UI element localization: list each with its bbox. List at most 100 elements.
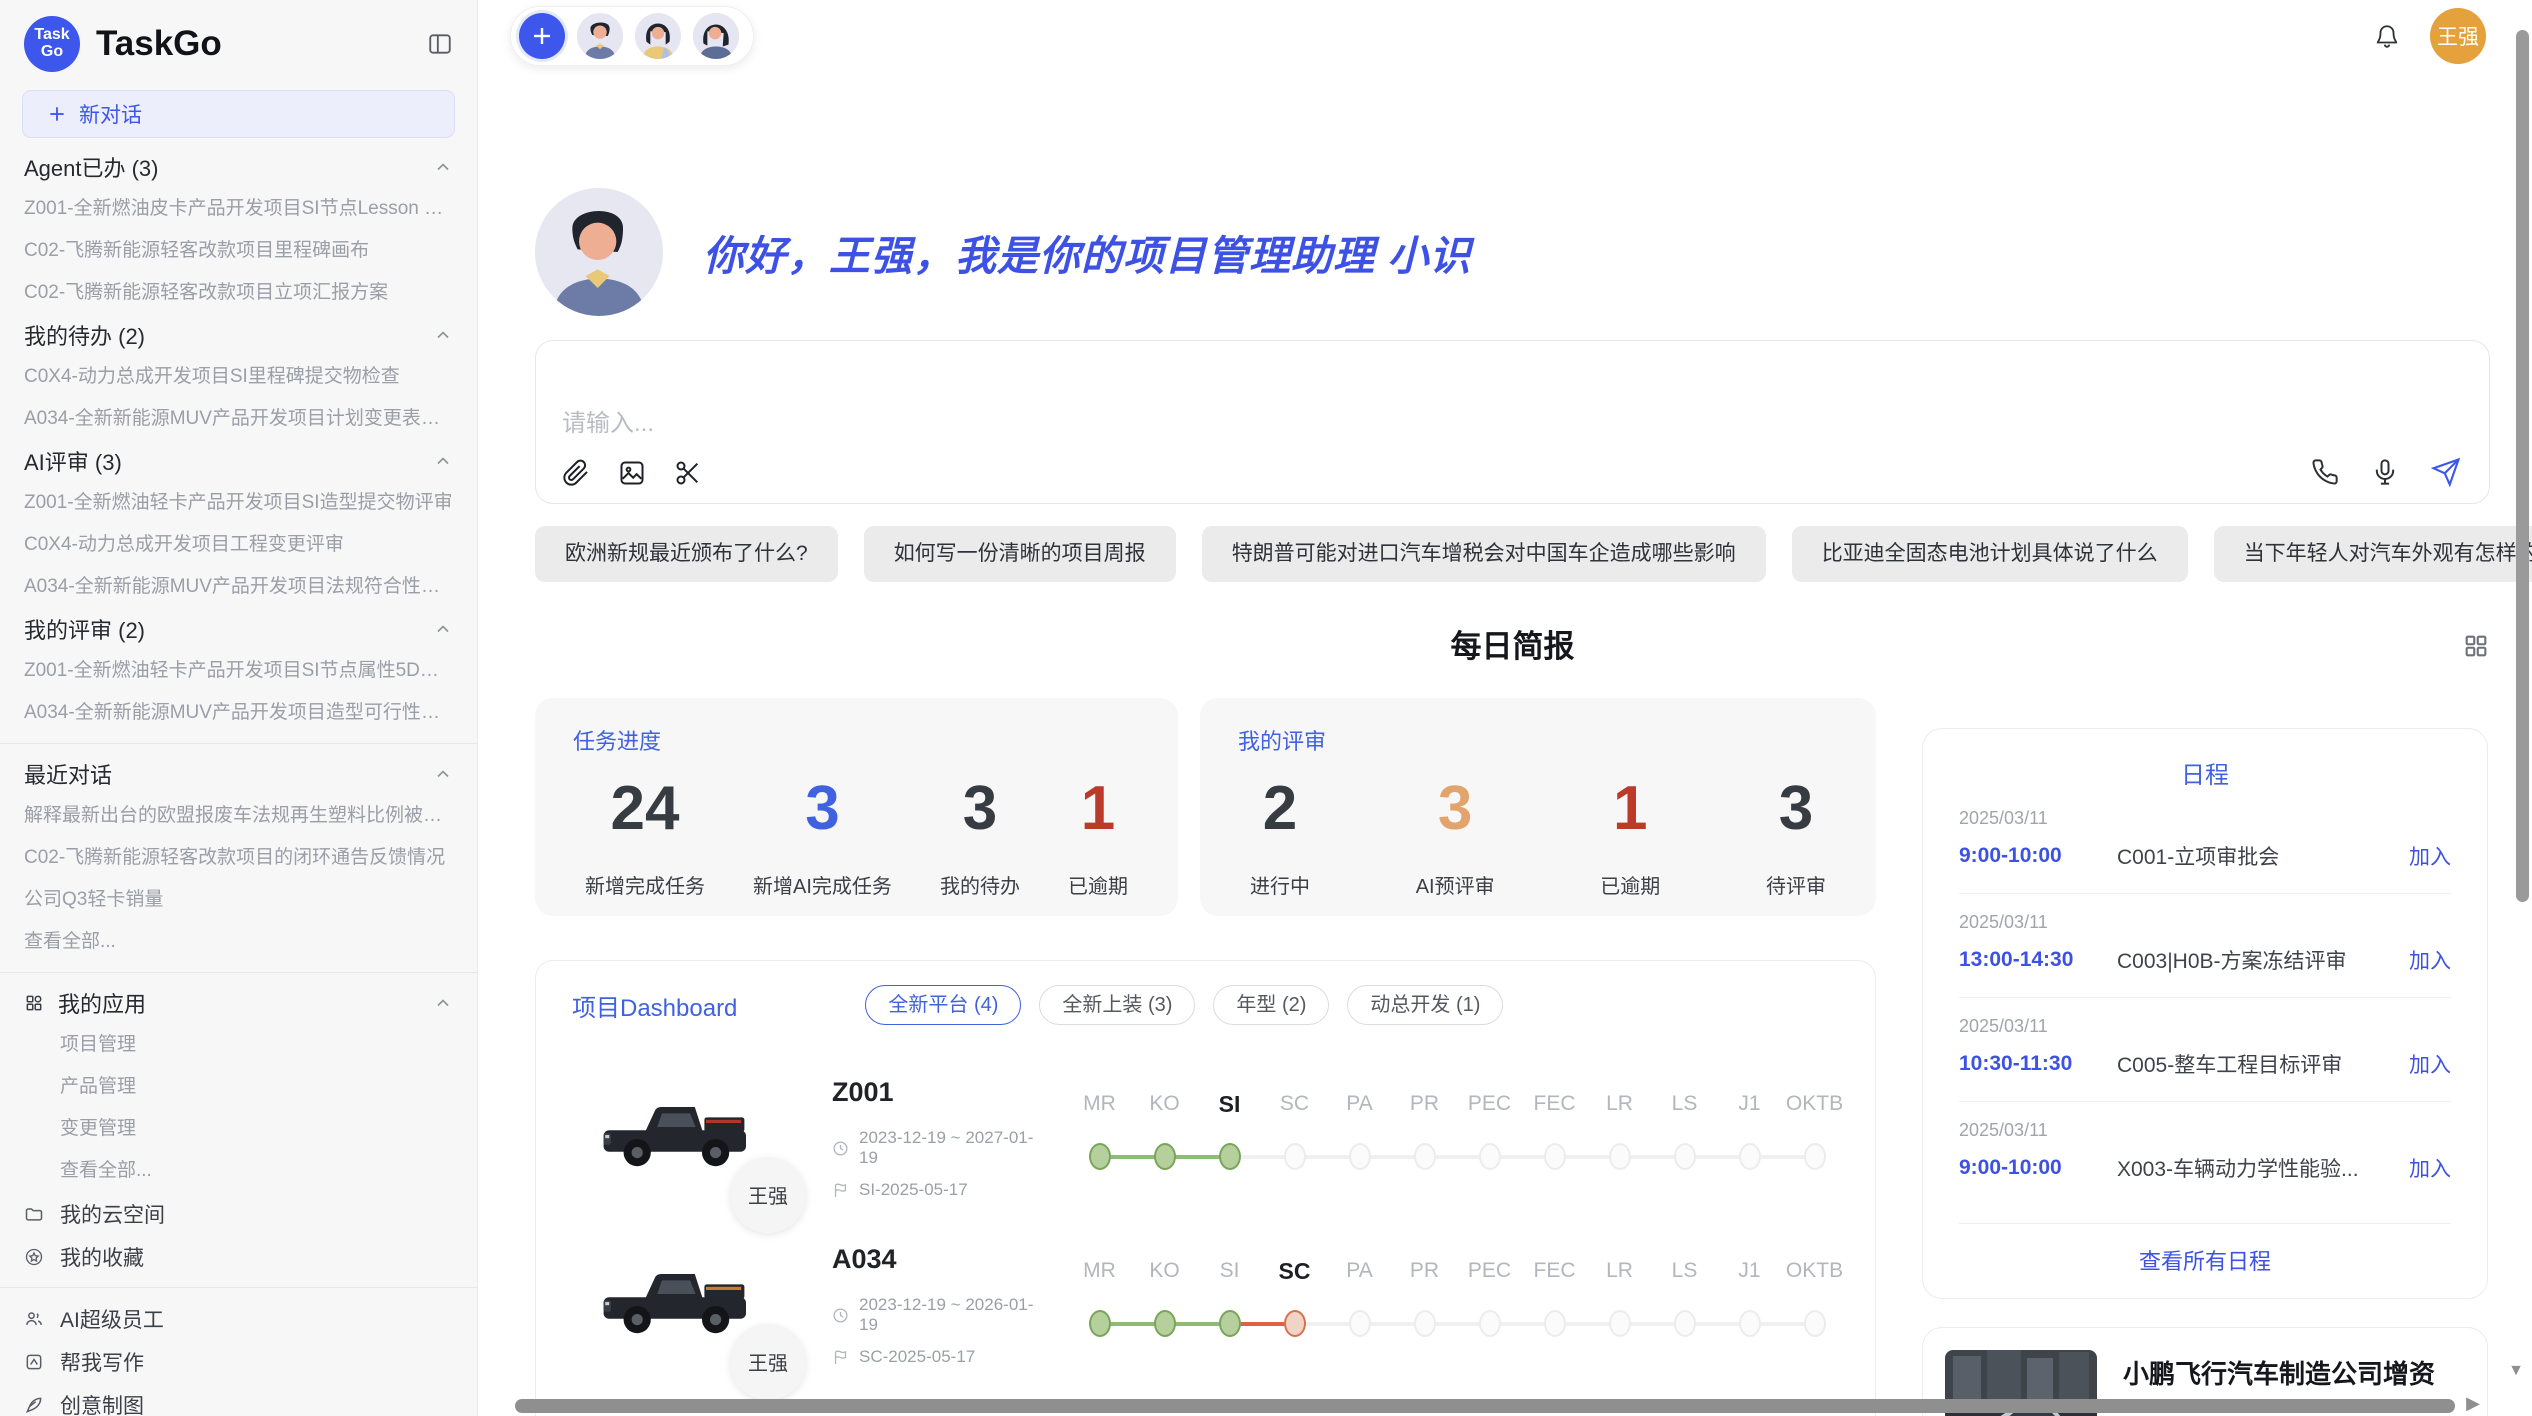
- stat-label: 新增AI完成任务: [753, 870, 892, 899]
- view-all-schedule-link[interactable]: 查看所有日程: [1959, 1223, 2451, 1276]
- list-item[interactable]: Z001-全新燃油轻卡产品开发项目SI节点属性5D文件评审: [24, 650, 453, 692]
- sidebar-item-help-me-write[interactable]: 帮我写作: [24, 1340, 453, 1383]
- microphone-icon[interactable]: [2371, 458, 2399, 486]
- app-root: Task Go TaskGo 新对话 Agent已办 (3) Z001-全新燃油…: [0, 0, 2532, 1416]
- tab-new-body[interactable]: 全新上装 (3): [1039, 985, 1195, 1025]
- list-item[interactable]: C0X4-动力总成开发项目工程变更评审: [24, 524, 453, 566]
- tab-new-platform[interactable]: 全新平台 (4): [865, 985, 1021, 1025]
- join-link[interactable]: 加入: [2409, 945, 2451, 975]
- list-item[interactable]: Z001-全新燃油轻卡产品开发项目SI造型提交物评审: [24, 482, 453, 524]
- join-link[interactable]: 加入: [2409, 1153, 2451, 1183]
- cloud-folder-icon: [24, 1204, 44, 1224]
- section-my-apps[interactable]: 我的应用: [24, 982, 453, 1024]
- scroll-right-arrow[interactable]: ▶: [2466, 1393, 2480, 1414]
- milestone-label: LS: [1652, 1087, 1717, 1121]
- phone-call-icon[interactable]: [2311, 458, 2339, 486]
- apps-view-all[interactable]: 查看全部...: [24, 1150, 453, 1192]
- agent-avatar-1[interactable]: [577, 13, 623, 59]
- schedule-card: 日程 2025/03/11 9:00-10:00 C001-立项审批会 加入 2…: [1922, 728, 2488, 1299]
- milestone-node: [1544, 1143, 1566, 1170]
- list-item[interactable]: C0X4-动力总成开发项目SI里程碑提交物检查: [24, 356, 453, 398]
- feather-pen-icon: [24, 1395, 44, 1415]
- section-my-todo[interactable]: 我的待办 (2): [24, 314, 453, 356]
- notification-bell-icon[interactable]: [2374, 23, 2400, 49]
- send-icon[interactable]: [2431, 457, 2461, 487]
- milestone-node: [1284, 1143, 1306, 1170]
- sidebar-item-project-mgmt[interactable]: 项目管理: [24, 1024, 453, 1066]
- stat-pending-review: 3 待评审: [1766, 778, 1826, 899]
- section-recent-chats[interactable]: 最近对话: [24, 753, 453, 795]
- suggestion-chip[interactable]: 欧洲新规最近颁布了什么?: [535, 526, 838, 582]
- recent-view-all[interactable]: 查看全部...: [24, 921, 453, 963]
- agent-avatar-2[interactable]: [635, 13, 681, 59]
- event-time: 9:00-10:00: [1959, 844, 2117, 868]
- event-time: 13:00-14:30: [1959, 948, 2117, 972]
- milestone-node: [1349, 1310, 1371, 1337]
- vertical-scrollbar-thumb[interactable]: [2516, 30, 2529, 902]
- project-row-a034[interactable]: 王强 A034 2023-12-19 ~ 2026-01-19: [564, 1244, 1847, 1367]
- plus-icon: [530, 24, 554, 48]
- list-item[interactable]: A034-全新新能源MUV产品开发项目计划变更表编写: [24, 398, 453, 440]
- stat-label: 我的待办: [940, 870, 1020, 899]
- section-agent-done[interactable]: Agent已办 (3): [24, 146, 453, 188]
- sidebar-item-cloud-space[interactable]: 我的云空间: [24, 1192, 453, 1235]
- tab-year-model[interactable]: 年型 (2): [1213, 985, 1329, 1025]
- flag-icon: [832, 1349, 849, 1366]
- stat-overdue: 1 已逾期: [1068, 778, 1128, 899]
- sidebar-item-ai-super-staff[interactable]: AI超级员工: [24, 1297, 453, 1340]
- user-avatar[interactable]: 王强: [2430, 8, 2486, 64]
- list-item[interactable]: C02-飞腾新能源轻客改款项目里程碑画布: [24, 230, 453, 272]
- stat-label: AI预评审: [1416, 870, 1495, 899]
- list-item[interactable]: 公司Q3轻卡销量: [24, 879, 453, 921]
- sidebar-item-label: AI超级员工: [60, 1304, 164, 1334]
- list-item[interactable]: Z001-全新燃油皮卡产品开发项目SI节点Lesson Learn报告: [24, 188, 453, 230]
- section-my-review[interactable]: 我的评审 (2): [24, 608, 453, 650]
- assistant-avatar: [535, 188, 663, 316]
- milestone-node: [1674, 1143, 1696, 1170]
- sidebar-item-favorites[interactable]: 我的收藏: [24, 1235, 453, 1278]
- grid-icon: [24, 993, 44, 1013]
- suggestion-chip[interactable]: 特朗普可能对进口汽车增税会对中国车企造成哪些影响: [1202, 526, 1766, 582]
- sidebar-collapse-icon[interactable]: [427, 31, 453, 57]
- tab-powertrain[interactable]: 动总开发 (1): [1347, 985, 1503, 1025]
- scissors-icon[interactable]: [674, 459, 702, 487]
- join-link[interactable]: 加入: [2409, 1049, 2451, 1079]
- sidebar-item-change-mgmt[interactable]: 变更管理: [24, 1108, 453, 1150]
- milestone-node-late: [1284, 1310, 1306, 1337]
- sidebar-item-creative-drawing[interactable]: 创意制图: [24, 1383, 453, 1416]
- project-flag-text: SC-2025-05-17: [859, 1347, 975, 1367]
- stat-ai-pre-review: 3 AI预评审: [1416, 778, 1495, 899]
- topbar: 王强: [535, 0, 2490, 70]
- suggestion-chip[interactable]: 比亚迪全固态电池计划具体说了什么: [1792, 526, 2188, 582]
- list-item[interactable]: A034-全新新能源MUV产品开发项目造型可行性评审: [24, 692, 453, 734]
- image-upload-icon[interactable]: [618, 459, 646, 487]
- stat-new-ai-completed: 3 新增AI完成任务: [753, 778, 892, 899]
- list-item[interactable]: C02-飞腾新能源轻客改款项目立项汇报方案: [24, 272, 453, 314]
- agent-avatar-3[interactable]: [693, 13, 739, 59]
- section-ai-review[interactable]: AI评审 (3): [24, 440, 453, 482]
- sidebar-item-product-mgmt[interactable]: 产品管理: [24, 1066, 453, 1108]
- layout-grid-icon[interactable]: [2462, 632, 2490, 660]
- chat-composer[interactable]: 请输入...: [535, 340, 2490, 504]
- plus-icon: [47, 104, 67, 124]
- horizontal-scrollbar-thumb[interactable]: [515, 1399, 2455, 1413]
- add-agent-button[interactable]: [519, 13, 565, 59]
- schedule-event: 2025/03/11 9:00-10:00 C001-立项审批会 加入: [1959, 790, 2451, 893]
- scroll-down-arrow[interactable]: ▼: [2508, 1362, 2524, 1380]
- greeting-text: 你好，王强，我是你的项目管理助理 小识: [703, 222, 1471, 282]
- milestone-label: OKTB: [1782, 1087, 1847, 1121]
- section-label: Agent已办 (3): [24, 151, 433, 183]
- suggestion-chip[interactable]: 当下年轻人对汽车外观有怎样的喜好趋势: [2214, 526, 2532, 582]
- join-link[interactable]: 加入: [2409, 841, 2451, 871]
- suggestion-chip[interactable]: 如何写一份清晰的项目周报: [864, 526, 1176, 582]
- list-item[interactable]: 解释最新出台的欧盟报废车法规再生塑料比例被调至15%...: [24, 795, 453, 837]
- attachment-icon[interactable]: [562, 459, 590, 487]
- my-review-card: 我的评审 2 进行中 3 AI预评审 1: [1200, 698, 1876, 916]
- event-date: 2025/03/11: [1959, 912, 2451, 933]
- project-row-z001[interactable]: 王强 Z001 2023-12-19 ~ 2027-01-19: [564, 1077, 1847, 1200]
- list-item[interactable]: A034-全新新能源MUV产品开发项目法规符合性评审: [24, 566, 453, 608]
- list-item[interactable]: C02-飞腾新能源轻客改款项目的闭环通告反馈情况: [24, 837, 453, 879]
- new-chat-button[interactable]: 新对话: [22, 90, 455, 138]
- stat-label: 进行中: [1250, 870, 1310, 899]
- milestone-label: OKTB: [1782, 1254, 1847, 1288]
